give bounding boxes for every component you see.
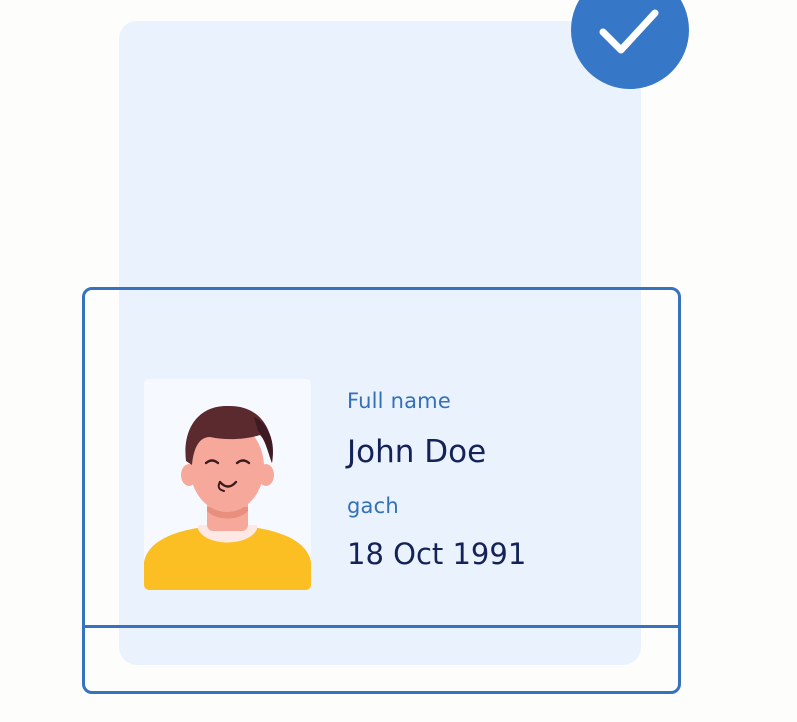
person-avatar-icon [144,405,311,590]
frame-divider [85,625,678,628]
date-value: 18 Oct 1991 [347,537,527,571]
full-name-label: Full name [347,389,451,413]
full-name-value: John Doe [347,434,487,470]
date-label: gach [347,494,399,518]
verified-badge [571,0,689,89]
id-photo [144,379,311,590]
check-icon [599,9,659,54]
id-verification-screen: Full name John Doe gach 18 Oct 1991 [0,0,797,722]
